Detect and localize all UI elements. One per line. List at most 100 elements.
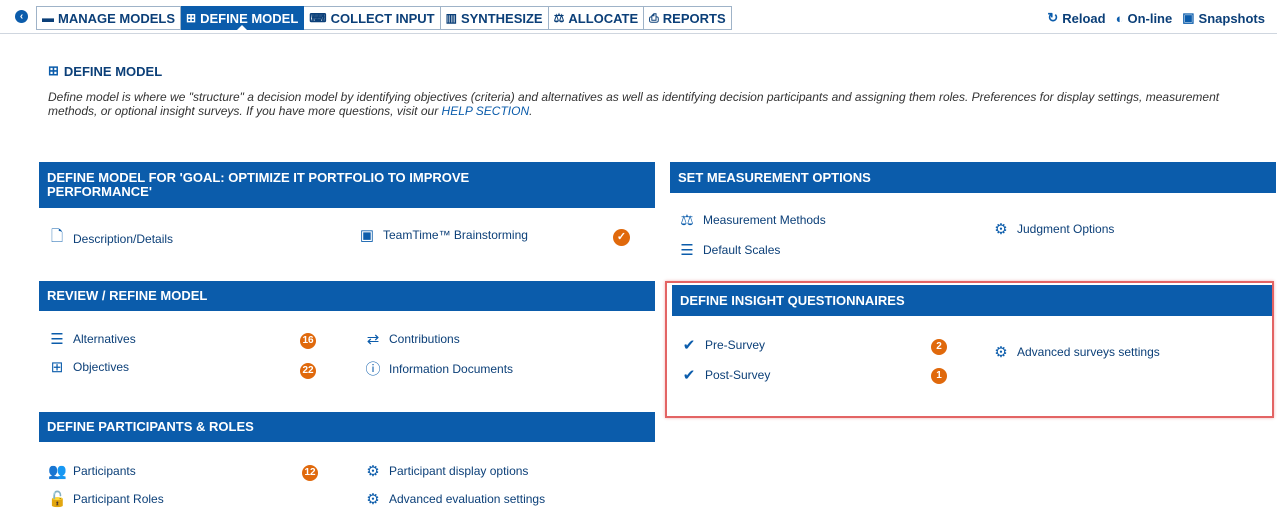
online-toggle[interactable]: ◐ On-line — [1116, 10, 1173, 26]
page-title-text: DEFINE MODEL — [63, 63, 163, 79]
participants-link[interactable]: 👥 Participants — [48, 462, 136, 480]
tab-allocate[interactable]: ⚖ ALLOCATE — [548, 6, 645, 30]
tab-label: REPORTS — [662, 10, 726, 26]
define-model-panel-header: DEFINE MODEL FOR 'GOAL: OPTIMIZE IT PORT… — [39, 162, 655, 208]
participants-panel-header: DEFINE PARTICIPANTS & ROLES — [39, 412, 655, 442]
teamtime-brainstorming-link[interactable]: ▣ TeamTime™ Brainstorming — [358, 226, 528, 244]
gear-icon: ⚙ — [994, 344, 1008, 361]
contributions-icon: ⇄ — [366, 331, 380, 348]
tab-reports[interactable]: ⎙ REPORTS — [644, 6, 732, 30]
alternatives-link[interactable]: ☰ Alternatives — [48, 330, 136, 348]
item-label: TeamTime™ Brainstorming — [383, 228, 528, 242]
item-label: Participant Roles — [73, 492, 164, 506]
item-label: Advanced evaluation settings — [389, 492, 546, 506]
tab-manage-models[interactable]: ▬ MANAGE MODELS — [36, 6, 181, 30]
pre-survey-link[interactable]: ✔ Pre-Survey — [680, 336, 765, 354]
intro-body: Define model is where we "structure" a d… — [48, 90, 1220, 118]
item-label: Post-Survey — [705, 368, 771, 382]
measurement-methods-link[interactable]: ⚖ Measurement Methods — [678, 211, 826, 229]
balance-icon: ⚖ — [680, 212, 694, 229]
hierarchy-icon: ⊞ — [186, 11, 197, 25]
panel-title: SET MEASUREMENT OPTIONS — [678, 169, 871, 185]
default-scales-link[interactable]: ☰ Default Scales — [678, 241, 780, 259]
gear-icon: ⚙ — [994, 221, 1008, 238]
unlock-icon: 🔓 — [48, 491, 67, 508]
post-survey-link[interactable]: ✔ Post-Survey — [680, 366, 771, 384]
tab-label: COLLECT INPUT — [330, 10, 435, 26]
help-section-link[interactable]: HELP SECTION — [442, 104, 530, 118]
tab-label: DEFINE MODEL — [200, 10, 299, 26]
gear-icon: ⚙ — [366, 463, 380, 480]
panel-title: DEFINE INSIGHT QUESTIONNAIRES — [680, 292, 905, 308]
reload-label: Reload — [1062, 10, 1106, 26]
sliders-icon: ☰ — [680, 242, 694, 259]
item-label: Contributions — [389, 332, 460, 346]
item-label: Default Scales — [703, 243, 781, 257]
item-label: Pre-Survey — [705, 338, 766, 352]
reload-icon: ↻ — [1047, 10, 1059, 25]
item-label: Objectives — [73, 360, 130, 374]
item-label: Participant display options — [389, 464, 529, 478]
list-icon: ☰ — [50, 331, 64, 348]
back-arrow-icon[interactable]: ‹ — [15, 10, 28, 23]
information-documents-link[interactable]: ⓘ Information Documents — [364, 358, 513, 379]
tab-label: MANAGE MODELS — [58, 10, 175, 26]
info-icon: ⓘ — [365, 361, 381, 378]
judgment-options-link[interactable]: ⚙ Judgment Options — [992, 220, 1114, 238]
insight-panel-header: DEFINE INSIGHT QUESTIONNAIRES — [672, 285, 1272, 316]
hierarchy-icon: ⊞ — [48, 63, 59, 78]
participants-count-badge: 12 — [302, 465, 318, 481]
snapshots-button[interactable]: ▣ Snapshots — [1182, 10, 1265, 26]
tab-synthesize[interactable]: ▥ SYNTHESIZE — [440, 6, 549, 30]
panel-title: DEFINE PARTICIPANTS & ROLES — [47, 419, 254, 434]
advanced-evaluation-settings-link[interactable]: ⚙ Advanced evaluation settings — [364, 490, 545, 508]
document-icon: 🗋 — [50, 228, 64, 245]
review-panel-header: REVIEW / REFINE MODEL — [39, 281, 655, 311]
participant-roles-link[interactable]: 🔓 Participant Roles — [48, 490, 164, 508]
tab-label: SYNTHESIZE — [460, 10, 543, 26]
tab-label: ALLOCATE — [568, 10, 639, 26]
tab-define-model[interactable]: ⊞ DEFINE MODEL — [181, 6, 305, 30]
intro-text: Define model is where we "structure" a d… — [48, 90, 1258, 118]
online-label: On-line — [1127, 10, 1173, 26]
objectives-count-badge: 22 — [300, 363, 316, 379]
item-label: Description/Details — [73, 231, 174, 246]
item-label: Advanced surveys settings — [1017, 345, 1160, 359]
top-navigation-bar: ‹ ▬ MANAGE MODELS ⊞ DEFINE MODEL ⌨ COLLE… — [0, 0, 1277, 34]
panel-title: REVIEW / REFINE MODEL — [47, 288, 208, 303]
item-label: Information Documents — [389, 361, 514, 376]
folder-icon: ▬ — [42, 11, 54, 25]
gear-icon: ⚙ — [366, 491, 380, 508]
chart-icon: ▥ — [445, 11, 457, 25]
checked-document-icon: ✔ — [682, 367, 696, 384]
balance-icon: ⚖ — [553, 11, 565, 25]
presentation-icon: ▣ — [359, 227, 375, 244]
toolbar-right: ↻ Reload ◐ On-line ▣ Snapshots — [1047, 10, 1265, 26]
checked-document-icon: ✔ — [682, 337, 696, 354]
users-icon: 👥 — [48, 463, 67, 480]
alternatives-count-badge: 16 — [300, 333, 316, 349]
contributions-link[interactable]: ⇄ Contributions — [364, 330, 460, 348]
participant-display-options-link[interactable]: ⚙ Participant display options — [364, 462, 528, 480]
item-label: Judgment Options — [1017, 222, 1115, 236]
measurement-panel-header: SET MEASUREMENT OPTIONS — [670, 162, 1276, 193]
advanced-surveys-settings-link[interactable]: ⚙ Advanced surveys settings — [992, 343, 1160, 361]
hierarchy-icon: ⊞ — [50, 359, 64, 376]
item-label: Participants — [73, 464, 136, 478]
pre-survey-count-badge: 2 — [931, 339, 947, 355]
checkmark-icon: ✓ — [613, 229, 630, 246]
description-details-link[interactable]: 🗋 Description/Details — [48, 226, 173, 251]
panel-title: DEFINE MODEL FOR 'GOAL: OPTIMIZE IT PORT… — [47, 170, 470, 199]
intro-end: . — [529, 104, 533, 118]
item-label: Alternatives — [73, 332, 136, 346]
print-icon: ⎙ — [649, 10, 659, 25]
snapshot-icon: ▣ — [1182, 10, 1195, 25]
item-label: Measurement Methods — [703, 213, 826, 227]
objectives-link[interactable]: ⊞ Objectives — [48, 358, 129, 376]
tab-collect-input[interactable]: ⌨ COLLECT INPUT — [304, 6, 441, 30]
reload-button[interactable]: ↻ Reload — [1047, 10, 1105, 26]
post-survey-count-badge: 1 — [931, 368, 947, 384]
page-title: ⊞ DEFINE MODEL — [48, 63, 162, 79]
main-tabs: ▬ MANAGE MODELS ⊞ DEFINE MODEL ⌨ COLLECT… — [36, 6, 732, 30]
snapshots-label: Snapshots — [1198, 10, 1265, 26]
